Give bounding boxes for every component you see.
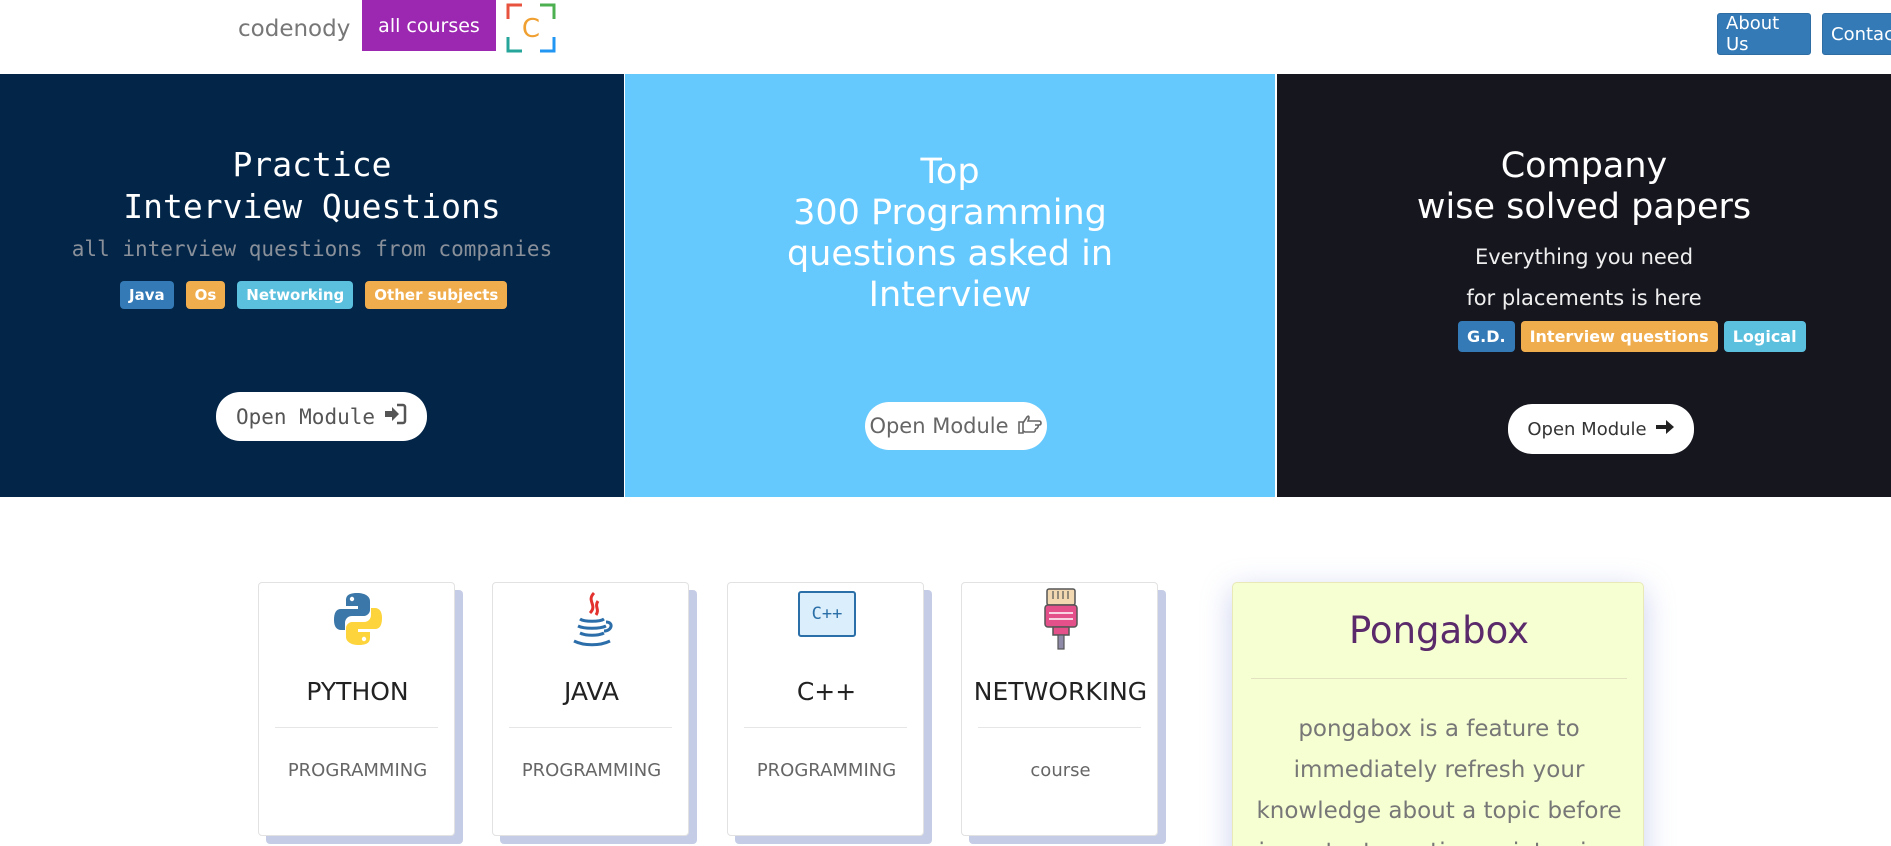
tag-networking[interactable]: Networking (237, 281, 354, 309)
course-name: PYTHON (306, 677, 409, 706)
ethernet-cable-icon (962, 587, 1159, 651)
navbar: codenody all courses C About Us Contact (0, 0, 1891, 74)
arrow-right-icon (1655, 418, 1675, 441)
tag-os[interactable]: Os (185, 281, 226, 309)
course-name: JAVA (563, 677, 620, 706)
course-name: C++ (796, 677, 857, 706)
tag-logical[interactable]: Logical (1723, 321, 1806, 352)
svg-text:C++: C++ (811, 604, 842, 624)
sign-in-icon (383, 403, 407, 430)
course-card-networking[interactable]: NETWORKING course (961, 582, 1158, 836)
button-label: Open Module (869, 414, 1009, 438)
java-icon (493, 591, 690, 651)
course-type: PROGRAMMING (756, 760, 897, 781)
pongabox-description: pongabox is a feature to immediately ref… (1256, 716, 1622, 846)
course-name: NETWORKING (973, 677, 1148, 706)
tag-other-subjects[interactable]: Other subjects (365, 281, 508, 309)
brand-link[interactable]: codenody (238, 16, 350, 42)
practice-interview-panel: Practice Interview Questions all intervi… (0, 74, 624, 497)
tag-interview-questions[interactable]: Interview questions (1520, 321, 1718, 352)
card-divider (978, 727, 1141, 728)
button-label: Open Module (235, 404, 376, 429)
panel-subtitle: all interview questions from companies (71, 237, 553, 261)
course-card-cpp[interactable]: C++ C++ PROGRAMMING (727, 582, 924, 836)
codenody-logo[interactable]: C (506, 3, 556, 53)
course-type: PROGRAMMING (521, 760, 662, 781)
company-papers-panel: Company wise solved papers Everything yo… (1277, 74, 1891, 497)
course-card-java[interactable]: JAVA PROGRAMMING (492, 582, 689, 836)
tag-list: G.D. Interview questions Logical (1458, 321, 1806, 352)
pongabox-title: Pongabox (1348, 609, 1530, 652)
tag-gd[interactable]: G.D. (1458, 321, 1515, 352)
open-module-button[interactable]: Open Module (1508, 404, 1694, 454)
course-card-python[interactable]: PYTHON PROGRAMMING (258, 582, 455, 836)
card-divider (275, 727, 438, 728)
pongabox-divider (1251, 678, 1627, 679)
about-us-button[interactable]: About Us (1717, 13, 1811, 55)
open-module-button[interactable]: Open Module (865, 402, 1047, 450)
course-type: PROGRAMMING (287, 760, 428, 781)
cpp-icon: C++ (728, 591, 925, 651)
python-icon (259, 591, 456, 651)
top-300-panel: Top 300 Programming questions asked in I… (625, 74, 1275, 497)
contact-button[interactable]: Contact (1822, 13, 1891, 55)
pongabox-card[interactable]: Pongabox pongabox is a feature to immedi… (1232, 582, 1644, 846)
hand-pointer-icon (1017, 413, 1043, 440)
course-type: course (1030, 760, 1091, 781)
svg-text:C: C (522, 14, 540, 44)
panel-title: Top 300 Programming questions asked in I… (786, 152, 1114, 315)
panel-subtitle: Everything you need for placements is he… (1466, 245, 1702, 310)
panel-title: Practice Interview Questions (123, 145, 501, 226)
panel-title: Company wise solved papers (1416, 146, 1752, 227)
card-divider (509, 727, 672, 728)
tag-java[interactable]: Java (120, 281, 174, 309)
all-courses-button[interactable]: all courses (362, 0, 496, 51)
tag-list: Java Os Networking Other subjects (120, 281, 508, 309)
button-label: Open Module (1527, 418, 1647, 440)
card-divider (744, 727, 907, 728)
open-module-button[interactable]: Open Module (216, 392, 427, 441)
